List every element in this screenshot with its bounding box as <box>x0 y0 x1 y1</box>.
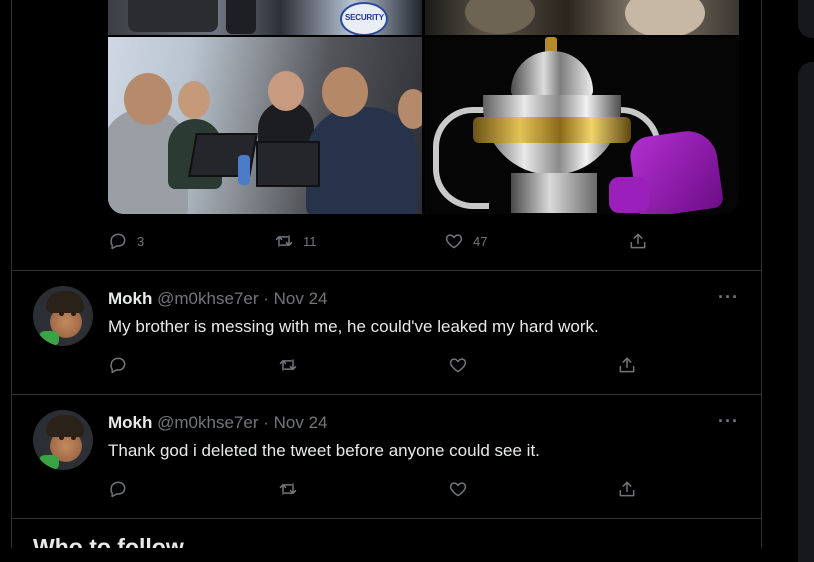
separator-dot: · <box>263 413 269 432</box>
like-button[interactable]: 47 <box>444 231 487 251</box>
more-options-icon[interactable]: ··· <box>718 287 739 308</box>
tweet-text: My brother is messing with me, he could'… <box>108 317 599 336</box>
reply-button[interactable] <box>108 355 128 375</box>
reply-icon <box>110 233 126 250</box>
photo-detail <box>226 0 256 34</box>
tweet[interactable]: Mokh @m0khse7er · Nov 24 ··· My brother … <box>12 271 761 394</box>
divider <box>12 518 761 519</box>
user-handle[interactable]: @m0khse7er <box>157 289 258 308</box>
share-icon <box>619 357 635 373</box>
right-sidebar-panel <box>798 62 814 562</box>
photo-conference-stand[interactable]: SECURITY <box>108 0 422 35</box>
retweet-button[interactable]: 11 <box>274 231 317 251</box>
person-head <box>268 71 304 111</box>
share-icon <box>619 481 635 497</box>
reply-button[interactable] <box>108 479 128 499</box>
heart-icon <box>449 482 467 497</box>
post-actions: 3 11 47 <box>108 231 748 251</box>
security-logo-icon: SECURITY <box>340 2 388 35</box>
reply-icon <box>110 481 126 498</box>
avatar[interactable] <box>33 410 93 470</box>
trophy-band <box>473 117 631 143</box>
retweet-button[interactable] <box>278 355 298 375</box>
retweet-count: 11 <box>303 233 317 249</box>
tweet[interactable]: Mokh @m0khse7er · Nov 24 ··· Thank god i… <box>12 395 761 518</box>
laptop-shape <box>256 141 320 187</box>
photo-detail <box>128 0 218 32</box>
retweet-icon <box>279 483 297 495</box>
share-icon <box>630 233 646 249</box>
user-handle[interactable]: @m0khse7er <box>157 413 258 432</box>
retweet-icon <box>275 235 293 247</box>
person-shape <box>306 107 418 214</box>
avatar-detail <box>46 291 84 313</box>
heart-icon <box>449 358 467 373</box>
photo-detail <box>625 0 705 35</box>
tweet-actions <box>108 355 748 375</box>
heart-icon <box>445 234 463 249</box>
reply-count: 3 <box>137 233 145 249</box>
trophy-stem <box>511 173 597 213</box>
photo-detail <box>465 0 535 34</box>
reply-button[interactable]: 3 <box>108 231 144 251</box>
tweet-header: Mokh @m0khse7er · Nov 24 <box>108 289 328 309</box>
tweet-actions <box>108 479 748 499</box>
right-sidebar-panel-top <box>798 0 814 38</box>
share-button[interactable] <box>617 355 637 375</box>
photo-team-at-laptops[interactable] <box>108 37 422 214</box>
avatar-detail <box>39 455 59 470</box>
person-head <box>178 81 210 119</box>
like-count: 47 <box>473 233 488 249</box>
person-head <box>322 67 368 117</box>
avatar-detail <box>39 331 59 346</box>
person-head <box>124 73 172 125</box>
more-options-icon[interactable]: ··· <box>718 411 739 432</box>
like-button[interactable] <box>448 479 468 499</box>
photo-trophies-top[interactable] <box>425 0 739 35</box>
timeline-column: SECURITY 3 11 47 Mokh @m0khse7er · Nov 2… <box>11 0 762 548</box>
retweet-icon <box>279 359 297 371</box>
avatar-detail <box>46 415 84 437</box>
avatar-detail <box>71 436 76 440</box>
tweet-date[interactable]: Nov 24 <box>274 413 328 432</box>
trophy-lid <box>511 51 593 97</box>
tweet-header: Mokh @m0khse7er · Nov 24 <box>108 413 328 433</box>
tweet-text: Thank god i deleted the tweet before any… <box>108 441 540 460</box>
purple-award-base <box>609 177 649 213</box>
like-button[interactable] <box>448 355 468 375</box>
avatar-detail <box>59 436 64 440</box>
avatar-detail <box>59 312 64 316</box>
reply-icon <box>110 357 126 374</box>
separator-dot: · <box>263 289 269 308</box>
water-bottle-shape <box>238 155 250 185</box>
media-grid: SECURITY <box>108 0 739 214</box>
person-head <box>398 89 422 129</box>
user-name[interactable]: Mokh <box>108 289 152 308</box>
who-to-follow-heading: Who to follow <box>33 534 184 548</box>
share-button[interactable] <box>628 231 648 251</box>
tweet-date[interactable]: Nov 24 <box>274 289 328 308</box>
photo-trophy-cup[interactable] <box>425 37 739 214</box>
user-name[interactable]: Mokh <box>108 413 152 432</box>
avatar-detail <box>71 312 76 316</box>
share-button[interactable] <box>617 479 637 499</box>
avatar[interactable] <box>33 286 93 346</box>
retweet-button[interactable] <box>278 479 298 499</box>
